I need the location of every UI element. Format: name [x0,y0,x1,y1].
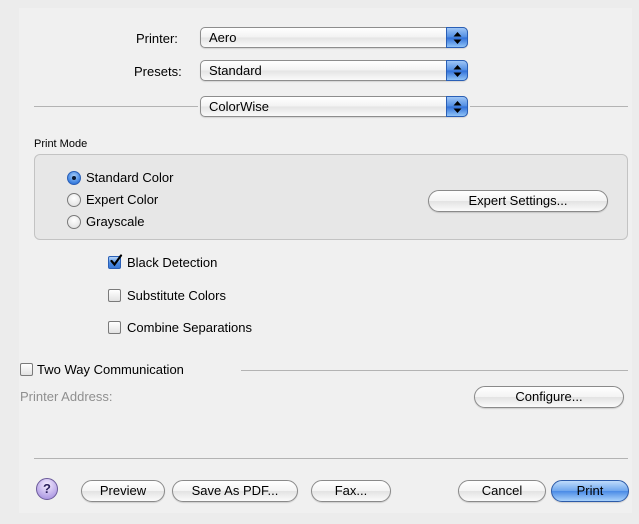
popup-arrows-icon [446,60,468,81]
radio-grayscale[interactable] [67,215,81,229]
preview-button[interactable]: Preview [81,480,165,502]
black-detection-checkbox[interactable] [108,254,123,269]
two-way-communication-label[interactable]: Two Way Communication [37,362,184,377]
print-button[interactable]: Print [551,480,629,502]
substitute-colors-label[interactable]: Substitute Colors [127,288,226,303]
presets-value: Standard [209,63,262,78]
help-button[interactable]: ? [36,478,58,500]
presets-popup[interactable]: Standard [200,60,468,81]
radio-standard-color-label[interactable]: Standard Color [86,170,173,185]
two-way-communication-checkbox[interactable] [20,363,33,376]
two-way-separator [241,370,628,371]
radio-standard-color[interactable] [67,171,81,185]
footer-separator [34,458,628,459]
radio-expert-color[interactable] [67,193,81,207]
combine-separations-checkbox[interactable] [108,321,121,334]
printer-label: Printer: [136,31,178,46]
combine-separations-label[interactable]: Combine Separations [127,320,252,335]
printer-address-label: Printer Address: [20,389,113,404]
substitute-colors-checkbox[interactable] [108,289,121,302]
fax-button[interactable]: Fax... [311,480,391,502]
checkmark-icon [110,254,123,267]
separator-left [34,106,198,107]
cancel-button[interactable]: Cancel [458,480,546,502]
radio-grayscale-label[interactable]: Grayscale [86,214,145,229]
expert-settings-button[interactable]: Expert Settings... [428,190,608,212]
black-detection-label[interactable]: Black Detection [127,255,217,270]
radio-expert-color-label[interactable]: Expert Color [86,192,158,207]
printer-popup[interactable]: Aero [200,27,468,48]
configure-button[interactable]: Configure... [474,386,624,408]
separator-right [470,106,628,107]
printer-value: Aero [209,30,237,45]
print-mode-title: Print Mode [34,138,88,150]
panel-popup-value: ColorWise [209,99,269,114]
popup-arrows-icon [446,96,468,117]
panel-popup[interactable]: ColorWise [200,96,468,117]
popup-arrows-icon [446,27,468,48]
save-as-pdf-button[interactable]: Save As PDF... [172,480,298,502]
presets-label: Presets: [134,64,182,79]
